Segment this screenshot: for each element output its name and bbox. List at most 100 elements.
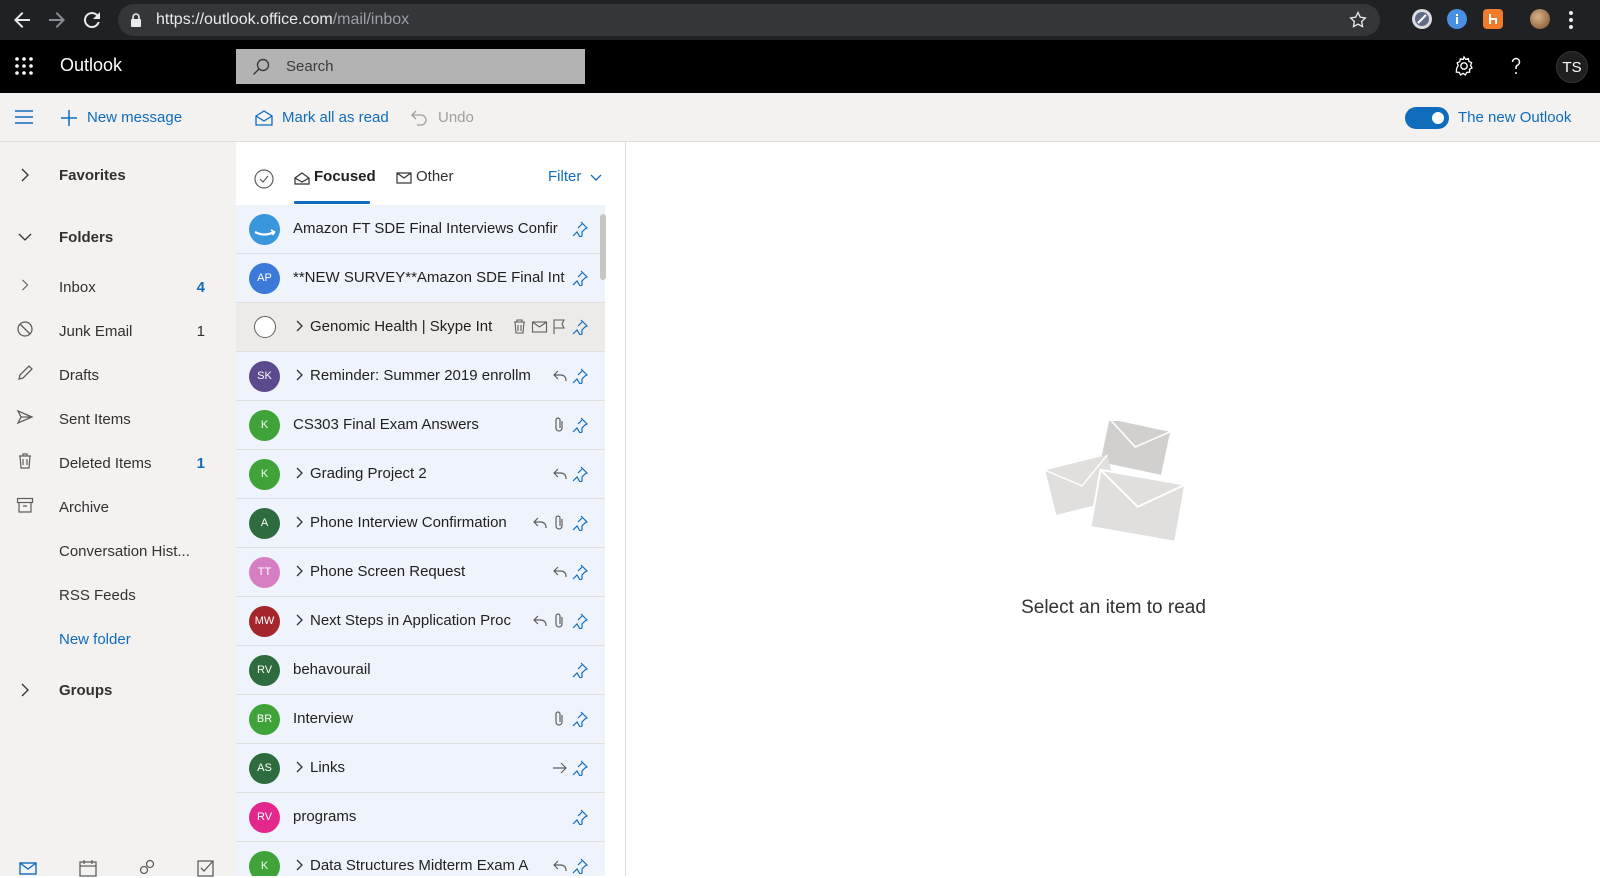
pin-icon[interactable]: [571, 857, 588, 874]
new-message-button[interactable]: New message: [59, 107, 199, 129]
groups-header[interactable]: Groups: [0, 672, 236, 712]
browser-profile-avatar[interactable]: [1530, 9, 1550, 29]
app-header: Outlook Search TS: [0, 40, 1600, 93]
pin-icon[interactable]: [571, 367, 588, 384]
sender-avatar: BR: [249, 704, 280, 735]
expand-thread-icon[interactable]: [293, 369, 305, 381]
reply-icon[interactable]: [551, 367, 568, 384]
address-bar[interactable]: https://outlook.office.com/mail/inbox: [118, 4, 1380, 36]
tasks-icon[interactable]: [196, 858, 216, 878]
select-message-checkbox[interactable]: [254, 316, 276, 338]
expand-thread-icon[interactable]: [293, 320, 305, 332]
expand-thread-icon[interactable]: [293, 761, 305, 773]
message-row[interactable]: Genomic Health | Skype Int: [236, 303, 605, 352]
reply-icon[interactable]: [531, 514, 548, 531]
new-folder-link[interactable]: New folder: [0, 621, 236, 661]
extension-block-icon[interactable]: [1412, 9, 1432, 29]
message-row[interactable]: SK Reminder: Summer 2019 enrollm: [236, 352, 605, 401]
pin-icon[interactable]: [571, 318, 588, 335]
extension-honey-icon[interactable]: [1483, 9, 1503, 29]
url-text: https://outlook.office.com/mail/inbox: [156, 11, 410, 28]
pin-icon[interactable]: [571, 661, 588, 678]
select-all-checkbox-icon[interactable]: [254, 169, 274, 189]
folder-sent-items[interactable]: Sent Items: [0, 401, 236, 441]
tab-focused[interactable]: Focused: [294, 166, 376, 204]
new-outlook-label[interactable]: The new Outlook: [1458, 109, 1571, 126]
calendar-icon[interactable]: [78, 858, 98, 878]
message-row[interactable]: TT Phone Screen Request: [236, 548, 605, 597]
back-icon[interactable]: [10, 8, 34, 32]
list-scrollbar[interactable]: [600, 214, 606, 280]
app-title[interactable]: Outlook: [60, 55, 122, 76]
expand-thread-icon[interactable]: [293, 565, 305, 577]
pin-icon[interactable]: [571, 220, 588, 237]
pin-icon[interactable]: [571, 759, 588, 776]
pin-icon[interactable]: [571, 563, 588, 580]
new-outlook-toggle[interactable]: [1405, 107, 1449, 129]
folders-header[interactable]: Folders: [0, 219, 236, 259]
message-row[interactable]: MW Next Steps in Application Proc: [236, 597, 605, 646]
flag-icon[interactable]: [551, 318, 568, 335]
help-icon[interactable]: [1504, 54, 1528, 78]
paperclip-icon[interactable]: [551, 612, 568, 629]
delete-icon[interactable]: [511, 318, 528, 335]
pin-icon[interactable]: [571, 612, 588, 629]
sender-avatar: A: [249, 508, 280, 539]
search-box[interactable]: Search: [236, 49, 585, 84]
paperclip-icon[interactable]: [551, 514, 568, 531]
mail-icon[interactable]: [18, 858, 38, 878]
message-row[interactable]: BR Interview: [236, 695, 605, 744]
folder-rss-feeds[interactable]: RSS Feeds: [0, 577, 236, 617]
pin-icon[interactable]: [571, 416, 588, 433]
message-row[interactable]: RV programs: [236, 793, 605, 842]
message-row[interactable]: K CS303 Final Exam Answers: [236, 401, 605, 450]
expand-thread-icon[interactable]: [293, 516, 305, 528]
browser-menu-icon[interactable]: [1568, 9, 1574, 31]
search-input[interactable]: Search: [286, 58, 334, 75]
message-row[interactable]: AP **NEW SURVEY**Amazon SDE Final Int: [236, 254, 605, 303]
folder-archive[interactable]: Archive: [0, 489, 236, 529]
people-icon[interactable]: [138, 858, 158, 878]
envelope-icon[interactable]: [531, 318, 548, 335]
folder-drafts[interactable]: Drafts: [0, 357, 236, 397]
pin-icon[interactable]: [571, 710, 588, 727]
expand-thread-icon[interactable]: [293, 614, 305, 626]
folder-inbox[interactable]: Inbox 4: [0, 269, 236, 309]
pin-icon[interactable]: [571, 269, 588, 286]
undo-button[interactable]: Undo: [410, 107, 490, 129]
reply-icon[interactable]: [551, 563, 568, 580]
message-subject: Grading Project 2: [310, 465, 427, 482]
paperclip-icon[interactable]: [551, 710, 568, 727]
bookmark-star-icon[interactable]: [1348, 10, 1368, 30]
app-launcher-icon[interactable]: [14, 56, 34, 76]
hamburger-menu-icon[interactable]: [14, 108, 34, 126]
forward-arrow-icon[interactable]: [551, 759, 568, 776]
tab-other[interactable]: Other: [396, 166, 466, 204]
settings-gear-icon[interactable]: [1452, 54, 1476, 78]
message-row[interactable]: AS Links: [236, 744, 605, 793]
reply-icon[interactable]: [531, 612, 548, 629]
message-row[interactable]: A Phone Interview Confirmation: [236, 499, 605, 548]
expand-thread-icon[interactable]: [293, 467, 305, 479]
favorites-header[interactable]: Favorites: [0, 157, 236, 197]
pin-icon[interactable]: [571, 465, 588, 482]
message-row[interactable]: Amazon FT SDE Final Interviews Confir: [236, 205, 605, 254]
paperclip-icon[interactable]: [551, 416, 568, 433]
forward-icon[interactable]: [45, 8, 69, 32]
reload-icon[interactable]: [80, 8, 104, 32]
reply-icon[interactable]: [551, 465, 568, 482]
message-row[interactable]: K Data Structures Midterm Exam A: [236, 842, 605, 876]
folder-junk-email[interactable]: Junk Email 1: [0, 313, 236, 353]
reply-icon[interactable]: [551, 857, 568, 874]
extension-info-icon[interactable]: [1447, 9, 1467, 29]
folder-conversation-history[interactable]: Conversation Hist...: [0, 533, 236, 573]
mark-all-read-button[interactable]: Mark all as read: [254, 107, 414, 129]
expand-thread-icon[interactable]: [293, 859, 305, 871]
folder-deleted-items[interactable]: Deleted Items 1: [0, 445, 236, 485]
message-row[interactable]: K Grading Project 2: [236, 450, 605, 499]
pin-icon[interactable]: [571, 808, 588, 825]
pin-icon[interactable]: [571, 514, 588, 531]
message-row[interactable]: RV behavourail: [236, 646, 605, 695]
message-subject: Reminder: Summer 2019 enrollm: [310, 367, 531, 384]
user-avatar[interactable]: TS: [1556, 51, 1588, 83]
